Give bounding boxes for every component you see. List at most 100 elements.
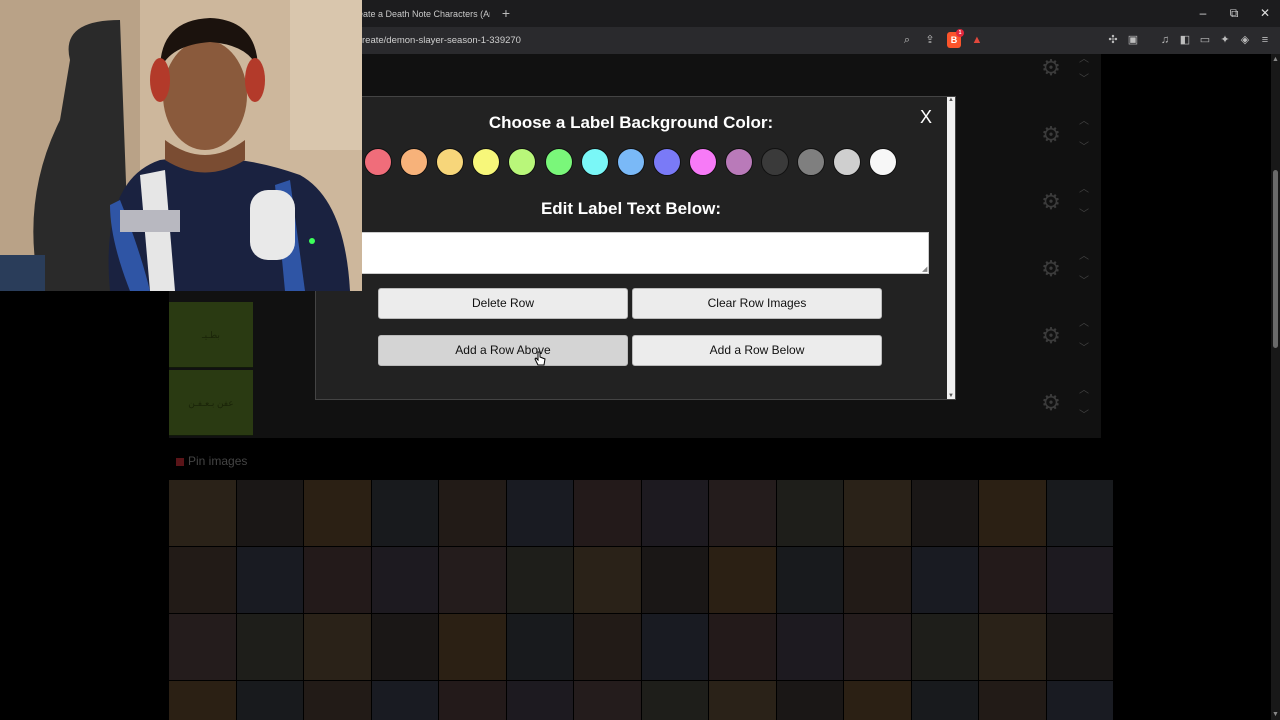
pin-images-toggle[interactable]: Pin images: [176, 454, 247, 468]
character-image[interactable]: [506, 547, 573, 613]
color-swatch[interactable]: [472, 148, 501, 176]
brave-rewards-icon[interactable]: ▲: [969, 32, 985, 48]
character-image[interactable]: [776, 480, 843, 546]
character-image[interactable]: [641, 614, 708, 680]
row-settings-gear-icon[interactable]: ⚙: [1040, 392, 1062, 414]
color-swatch[interactable]: [833, 148, 862, 176]
wallet-icon[interactable]: ▭: [1197, 32, 1213, 48]
character-image[interactable]: [236, 681, 303, 720]
tab-active[interactable]: eate a Death Note Characters (Ani: [350, 2, 490, 26]
character-image[interactable]: [709, 547, 776, 613]
label-text-input[interactable]: عفن بـ: [316, 232, 929, 274]
row-settings-gear-icon[interactable]: ⚙: [1040, 325, 1062, 347]
scroll-thumb[interactable]: [1273, 170, 1278, 348]
resize-grip-icon[interactable]: ◢: [922, 266, 929, 273]
brave-shields-icon[interactable]: B 1: [947, 29, 964, 48]
character-image[interactable]: [979, 614, 1046, 680]
add-row-above-button[interactable]: Add a Row Above: [378, 335, 628, 366]
character-image[interactable]: [709, 480, 776, 546]
move-row-down-icon[interactable]: ﹀: [1076, 142, 1092, 154]
add-row-below-button[interactable]: Add a Row Below: [632, 335, 882, 366]
url-field[interactable]: reate/demon-slayer-season-1-339270: [362, 27, 521, 54]
menu-icon[interactable]: ≡: [1257, 32, 1273, 48]
character-image[interactable]: [1046, 547, 1113, 613]
vpn-icon[interactable]: ◈: [1237, 32, 1253, 48]
character-image[interactable]: [1046, 614, 1113, 680]
character-image[interactable]: [506, 614, 573, 680]
move-row-down-icon[interactable]: ﹀: [1076, 209, 1092, 221]
character-image[interactable]: [506, 480, 573, 546]
character-image[interactable]: [439, 614, 506, 680]
character-image[interactable]: [776, 614, 843, 680]
character-image[interactable]: [1046, 480, 1113, 546]
character-image[interactable]: [169, 614, 236, 680]
scroll-up-icon[interactable]: ▲: [1271, 56, 1280, 63]
row-settings-gear-icon[interactable]: ⚙: [1040, 124, 1062, 146]
move-row-up-icon[interactable]: ︿: [1076, 251, 1092, 263]
character-image[interactable]: [709, 681, 776, 720]
character-image[interactable]: [574, 480, 641, 546]
color-swatch[interactable]: [869, 148, 898, 176]
character-image[interactable]: [844, 547, 911, 613]
new-tab-button[interactable]: +: [498, 4, 514, 22]
character-image[interactable]: [304, 480, 371, 546]
leo-icon[interactable]: ✦: [1217, 32, 1233, 48]
character-image[interactable]: [979, 681, 1046, 720]
character-image[interactable]: [439, 480, 506, 546]
character-image[interactable]: [709, 614, 776, 680]
character-image[interactable]: [439, 547, 506, 613]
character-image[interactable]: [1046, 681, 1113, 720]
row-settings-gear-icon[interactable]: ⚙: [1040, 57, 1062, 79]
color-swatch[interactable]: [688, 148, 717, 176]
zoom-icon[interactable]: ⌕: [899, 32, 915, 48]
tier-row-label[interactable]: عفن بـعـفـن: [169, 370, 253, 436]
character-image[interactable]: [304, 614, 371, 680]
character-image[interactable]: [641, 681, 708, 720]
sidebar-icon[interactable]: ▣: [1125, 32, 1141, 48]
move-row-down-icon[interactable]: ﹀: [1076, 74, 1092, 86]
character-image[interactable]: [776, 681, 843, 720]
character-image[interactable]: [979, 480, 1046, 546]
extensions-icon[interactable]: ✣: [1105, 32, 1121, 48]
color-swatch[interactable]: [725, 148, 753, 176]
character-image[interactable]: [641, 480, 708, 546]
close-window-button[interactable]: ✕: [1250, 3, 1280, 23]
character-image[interactable]: [371, 614, 438, 680]
character-image[interactable]: [574, 547, 641, 613]
character-image[interactable]: [979, 547, 1046, 613]
color-swatch[interactable]: [761, 148, 790, 176]
character-image[interactable]: [371, 681, 438, 720]
color-swatch[interactable]: [797, 148, 826, 176]
move-row-up-icon[interactable]: ︿: [1076, 184, 1092, 196]
move-row-down-icon[interactable]: ﹀: [1076, 410, 1092, 422]
character-image[interactable]: [439, 681, 506, 720]
color-swatch[interactable]: [616, 148, 645, 176]
color-swatch[interactable]: [364, 148, 392, 176]
tier-row-label[interactable]: بطـيـ: [169, 302, 253, 368]
color-swatch[interactable]: [652, 148, 681, 176]
move-row-down-icon[interactable]: ﹀: [1076, 343, 1092, 355]
page-scrollbar[interactable]: ▲ ▼: [1271, 54, 1280, 720]
character-image[interactable]: [911, 547, 978, 613]
row-settings-gear-icon[interactable]: ⚙: [1040, 258, 1062, 280]
modal-scrollbar[interactable]: ▲ ▼: [947, 97, 955, 399]
character-image[interactable]: [169, 547, 236, 613]
character-image[interactable]: [776, 547, 843, 613]
clear-row-images-button[interactable]: Clear Row Images: [632, 288, 882, 319]
share-icon[interactable]: ⇪: [922, 32, 938, 48]
character-image[interactable]: [169, 480, 236, 546]
character-image[interactable]: [506, 681, 573, 720]
move-row-down-icon[interactable]: ﹀: [1076, 276, 1092, 288]
delete-row-button[interactable]: Delete Row: [378, 288, 628, 319]
character-image[interactable]: [911, 480, 978, 546]
color-swatch[interactable]: [508, 148, 537, 176]
character-image[interactable]: [844, 681, 911, 720]
row-settings-gear-icon[interactable]: ⚙: [1040, 191, 1062, 213]
character-image[interactable]: [236, 547, 303, 613]
character-image[interactable]: [574, 681, 641, 720]
reader-icon[interactable]: ◧: [1177, 32, 1193, 48]
color-swatch[interactable]: [400, 148, 429, 176]
move-row-up-icon[interactable]: ︿: [1076, 318, 1092, 330]
modal-scroll-up-icon[interactable]: ▲: [947, 97, 955, 103]
color-swatch[interactable]: [436, 148, 465, 176]
